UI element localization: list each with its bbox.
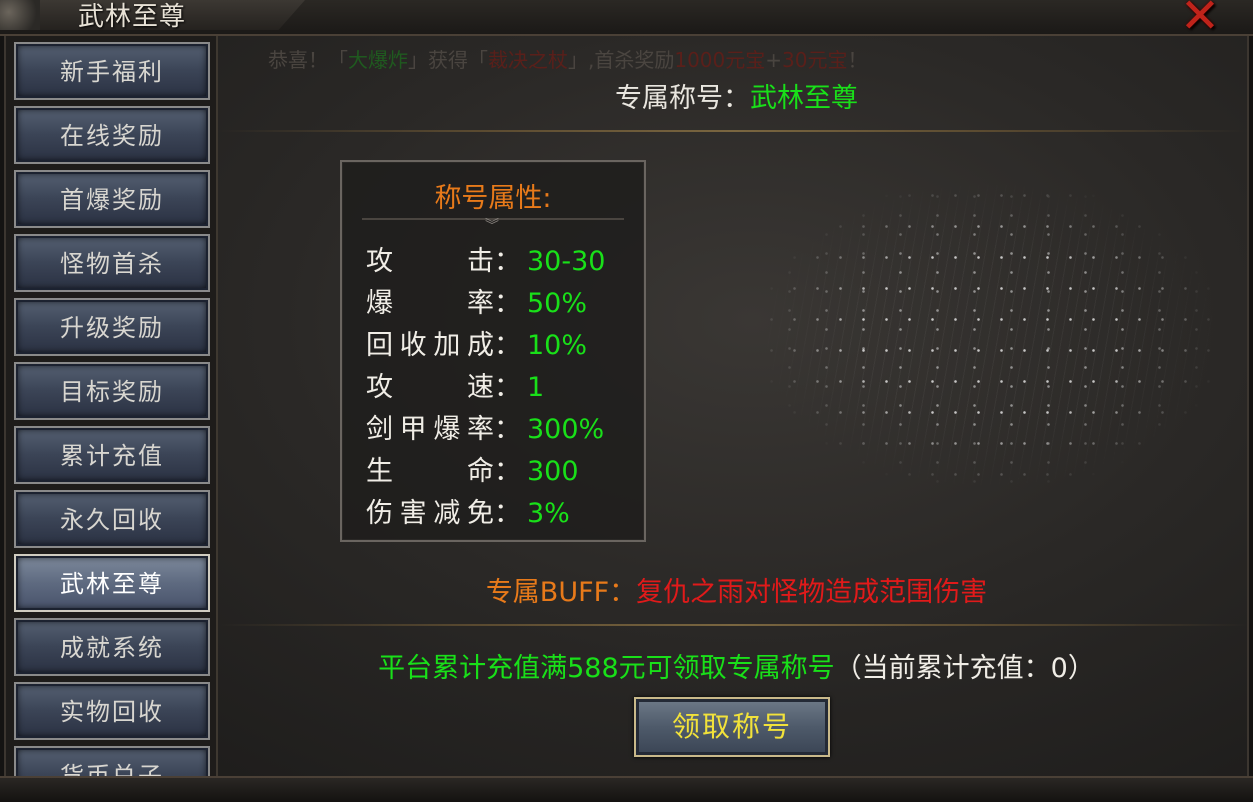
exclusive-title-heading: 专属称号：武林至尊 bbox=[0, 76, 1253, 115]
close-button[interactable]: ✕ bbox=[1172, 0, 1228, 40]
buff-description: 复仇之雨对怪物造成范围伤害 bbox=[636, 577, 988, 608]
recharge-requirement: 平台累计充值满588元可领取专属称号（当前累计充值：0） bbox=[0, 646, 1253, 685]
sidebar-item-level-reward[interactable]: 升级奖励 bbox=[14, 298, 210, 356]
attr-colon: ： bbox=[494, 246, 521, 277]
attr-row-attack: 攻击： 30-30 bbox=[366, 242, 605, 282]
buff-label: 专属BUFF： bbox=[485, 577, 637, 608]
attr-value: 1 bbox=[527, 372, 545, 403]
ticker-prefix: 恭喜！「 bbox=[268, 48, 348, 72]
attr-colon: ： bbox=[494, 330, 521, 361]
attr-label: 伤害减免 bbox=[366, 498, 494, 529]
attr-colon: ： bbox=[494, 456, 521, 487]
announcement-ticker: 恭喜！「大爆炸」获得「裁决之杖」,首杀奖励1000元宝+30元宝！ bbox=[268, 44, 867, 73]
attr-colon: ： bbox=[494, 288, 521, 319]
bottom-frame bbox=[0, 776, 1253, 802]
attr-value: 10% bbox=[527, 330, 588, 361]
title-bar: 武林至尊 ✕ bbox=[0, 0, 1253, 40]
recharge-text: 平台累计充值满588元可领取专属称号 bbox=[378, 653, 835, 684]
title-attributes-panel: 称号属性: ︾ 攻击： 30-30 爆率： 50% 回收加成： 10% 攻速： 1 剑甲… bbox=[340, 160, 646, 542]
attr-row-hp: 生命： 300 bbox=[366, 452, 579, 492]
attr-value: 50% bbox=[527, 288, 588, 319]
attr-label: 攻击 bbox=[366, 246, 494, 277]
attr-row-drop-rate: 爆率： 50% bbox=[366, 284, 587, 324]
ticker-player: 大爆炸 bbox=[348, 48, 408, 72]
attr-label: 剑甲爆率 bbox=[366, 414, 494, 445]
heading-value: 武林至尊 bbox=[750, 83, 858, 114]
top-divider bbox=[218, 130, 1248, 132]
sidebar-item-permanent-recycle[interactable]: 永久回收 bbox=[14, 490, 210, 548]
sidebar-item-goal-reward[interactable]: 目标奖励 bbox=[14, 362, 210, 420]
dragon-ornament-icon bbox=[0, 0, 45, 30]
attr-label: 攻速 bbox=[366, 372, 494, 403]
attr-row-recycle-bonus: 回收加成： 10% bbox=[366, 326, 587, 366]
attr-value: 300 bbox=[527, 456, 579, 487]
heading-label: 专属称号： bbox=[615, 83, 750, 114]
vengeance-rain-effect-image bbox=[760, 180, 1220, 490]
ticker-plus: + bbox=[765, 48, 783, 72]
sidebar-item-physical-recycle[interactable]: 实物回收 bbox=[14, 682, 210, 740]
exclusive-buff: 专属BUFF：复仇之雨对怪物造成范围伤害 bbox=[0, 570, 1253, 609]
window-title: 武林至尊 bbox=[78, 2, 187, 32]
ticker-reward-2: 30元宝 bbox=[782, 48, 848, 72]
attr-label: 爆率 bbox=[366, 288, 494, 319]
attr-colon: ： bbox=[494, 498, 521, 529]
ticker-item: 裁决之杖 bbox=[488, 48, 568, 72]
attr-row-attack-speed: 攻速： 1 bbox=[366, 368, 544, 408]
attr-label: 生命 bbox=[366, 456, 494, 487]
attr-colon: ： bbox=[494, 414, 521, 445]
attr-row-damage-reduction: 伤害减免： 3% bbox=[366, 494, 570, 534]
attr-row-gear-drop-rate: 剑甲爆率： 300% bbox=[366, 410, 604, 450]
attr-value: 300% bbox=[527, 414, 605, 445]
attr-colon: ： bbox=[494, 372, 521, 403]
bottom-divider bbox=[218, 624, 1248, 626]
sidebar-item-cumulative-recharge[interactable]: 累计充值 bbox=[14, 426, 210, 484]
ticker-mid: 」获得「 bbox=[408, 48, 488, 72]
close-x-icon: ✕ bbox=[1179, 0, 1221, 44]
recharge-current: （当前累计充值：0） bbox=[834, 653, 1095, 684]
ticker-reward-1: 1000元宝 bbox=[674, 48, 766, 72]
sidebar-item-currency-exchange[interactable]: 货币兑子 bbox=[14, 746, 210, 776]
chevron-down-icon: ︾ bbox=[485, 218, 499, 234]
sidebar-item-first-drop-reward[interactable]: 首爆奖励 bbox=[14, 170, 210, 228]
ticker-end: ！ bbox=[847, 48, 868, 72]
sidebar-item-monster-first-kill[interactable]: 怪物首杀 bbox=[14, 234, 210, 292]
ticker-suffix: 」,首杀奖励 bbox=[568, 48, 675, 72]
attr-label: 回收加成 bbox=[366, 330, 494, 361]
attributes-title: 称号属性: bbox=[434, 183, 552, 214]
claim-title-button[interactable]: 领取称号 bbox=[634, 697, 830, 757]
attr-value: 3% bbox=[527, 498, 570, 529]
attr-value: 30-30 bbox=[527, 246, 606, 277]
